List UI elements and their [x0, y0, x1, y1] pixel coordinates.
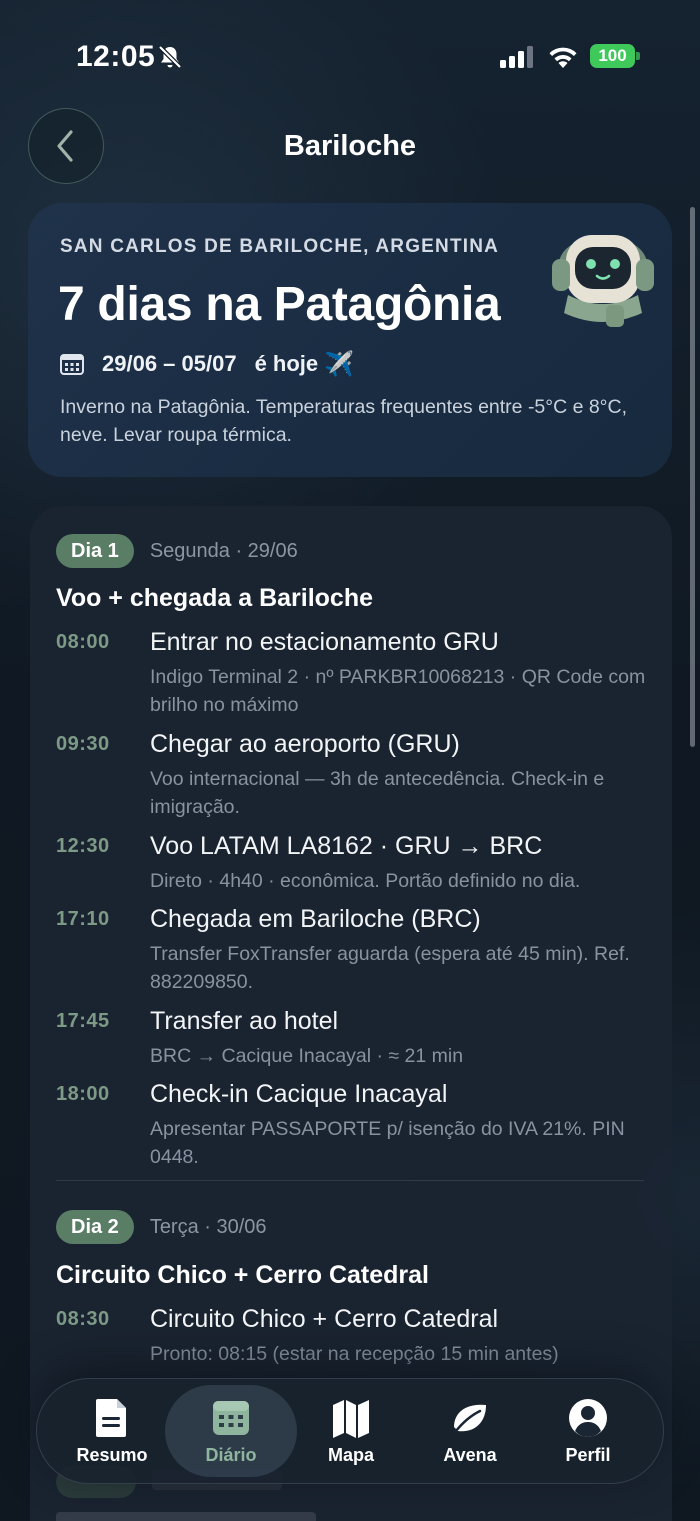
event-desc: Apresentar PASSAPORTE p/ isenção do IVA …: [150, 1118, 625, 1168]
event-title: Circuito Chico + Cerro Catedral: [150, 1305, 499, 1333]
tab-label: Avena: [443, 1445, 497, 1465]
battery-level: 100: [590, 44, 635, 68]
robot-mascot-icon: [552, 235, 654, 327]
tab-label: Diário: [205, 1445, 257, 1465]
event-desc: Transfer FoxTransfer aguarda (espera até…: [150, 943, 630, 993]
day-header: Dia 2 Terça · 30/06: [56, 1210, 267, 1244]
event-time: 08:30: [56, 1308, 110, 1330]
tab-avena[interactable]: Avena: [411, 1379, 529, 1483]
plane-icon: ✈️: [324, 350, 355, 378]
event-time: 17:10: [56, 908, 110, 930]
day-title: Circuito Chico + Cerro Catedral: [56, 1261, 429, 1289]
signal-icon: [500, 46, 533, 68]
tab-mapa[interactable]: Mapa: [292, 1379, 410, 1483]
event-title: Chegar ao aeroporto (GRU): [150, 730, 460, 758]
map-icon: [333, 1400, 369, 1438]
tab-label: Mapa: [327, 1445, 374, 1465]
event-desc: Direto · 4h40 · econômica. Portão defini…: [150, 870, 581, 892]
event-title: Entrar no estacionamento GRU: [150, 628, 499, 656]
profile-icon: [569, 1399, 607, 1438]
trip-dates: 29/06 – 05/07: [102, 351, 237, 376]
event-desc: Pronto: 08:15 (estar na recepção 15 min …: [150, 1343, 559, 1365]
day-date: Segunda · 29/06: [149, 539, 298, 562]
event-time: 12:30: [56, 835, 110, 857]
status-bar: 12:05 100: [0, 0, 700, 110]
day-date: Terça · 30/06: [149, 1215, 267, 1238]
wifi-icon: [549, 47, 577, 68]
trip-today-label: é hoje: [254, 351, 319, 376]
trip-name: 7 dias na Patagônia: [58, 278, 501, 331]
tab-perfil[interactable]: Perfil: [529, 1379, 647, 1483]
event-desc: Voo internacional — 3h de antecedência. …: [150, 768, 605, 818]
day-badge: Dia 2: [56, 1210, 134, 1244]
day-title: Voo + chegada a Bariloche: [56, 584, 374, 612]
bell-slash-icon: [158, 45, 182, 69]
day-header: Dia 1 Segunda · 29/06: [56, 534, 298, 568]
tab-label: Perfil: [565, 1445, 611, 1465]
leaf-icon: [454, 1404, 486, 1433]
event-time: 08:00: [56, 631, 110, 653]
trip-location: SAN CARLOS DE BARILOCHE, ARGENTINA: [60, 236, 500, 257]
calendar-icon: [213, 1401, 249, 1435]
day-divider: [56, 1180, 644, 1181]
tab-label: Resumo: [76, 1445, 148, 1465]
scrollbar[interactable]: [690, 207, 695, 747]
document-icon: [96, 1399, 126, 1437]
battery-icon: 100: [590, 44, 640, 68]
event-desc: BRC → Cacique Inacayal · ≈ 21 min: [150, 1045, 464, 1067]
event-desc: Indigo Terminal 2 · nº PARKBR10068213 · …: [150, 666, 646, 716]
next-day-title-peek: [56, 1512, 316, 1521]
event-time: 17:45: [56, 1010, 110, 1032]
trip-dates-row: 29/06 – 05/07 é hoje ✈️: [60, 349, 354, 379]
day-badge: Dia 1: [56, 534, 134, 568]
event-title: Transfer ao hotel: [150, 1007, 339, 1035]
trip-card: SAN CARLOS DE BARILOCHE, ARGENTINA 7 dia…: [28, 203, 672, 477]
event-title: Check-in Cacique Inacayal: [150, 1080, 448, 1108]
trip-note: Inverno na Patagônia. Temperaturas frequ…: [60, 396, 627, 446]
page-title: Bariloche: [283, 130, 417, 162]
tab-bar: Resumo Diário Mapa Avena Perfil: [36, 1378, 664, 1484]
itinerary-card: Dia 1 Segunda · 29/06 Voo + chegada a Ba…: [30, 506, 672, 1521]
tab-diario[interactable]: Diário: [165, 1385, 297, 1477]
calendar-icon: [60, 354, 84, 375]
tab-resumo[interactable]: Resumo: [53, 1379, 171, 1483]
status-time: 12:05: [76, 40, 156, 73]
event-title: Voo LATAM LA8162 · GRU → BRC: [150, 832, 543, 860]
event-time: 09:30: [56, 733, 110, 755]
event-time: 18:00: [56, 1083, 110, 1105]
event-title: Chegada em Bariloche (BRC): [150, 905, 481, 933]
